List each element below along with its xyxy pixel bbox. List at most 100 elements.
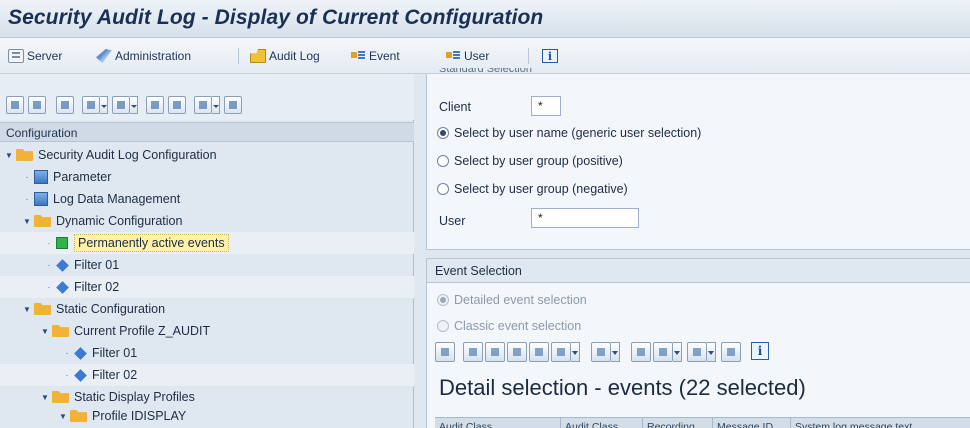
event-button[interactable]: Event (350, 47, 400, 65)
client-field[interactable]: * (531, 96, 561, 116)
tree-node-filter-01[interactable]: · Filter 01 (62, 342, 138, 364)
print-dropdown[interactable] (100, 96, 108, 114)
user-field[interactable]: * (531, 208, 639, 228)
tree-column-header: Configuration (0, 122, 414, 142)
tree-node-log-data-management[interactable]: · Log Data Management (22, 188, 180, 210)
tree-node-label: Filter 01 (74, 258, 120, 272)
collapse-arrow-icon[interactable]: ▼ (58, 412, 68, 421)
sort-ascending-icon[interactable] (463, 342, 483, 362)
tree-node-static-configuration[interactable]: ▼ Static Configuration (22, 298, 165, 320)
event-icon (350, 49, 366, 63)
collapse-arrow-icon[interactable]: ▼ (22, 217, 32, 226)
find-icon[interactable] (507, 342, 527, 362)
server-button[interactable]: Server (8, 47, 62, 65)
administration-button[interactable]: Administration (96, 47, 191, 65)
radio-label: Select by user group (positive) (454, 154, 623, 168)
radio-unselected-icon (437, 320, 449, 332)
event-button-label: Event (369, 49, 400, 63)
radio-select-by-group-negative[interactable]: Select by user group (negative) (437, 182, 628, 196)
tree-node-security-audit-log-configuration[interactable]: ▼ Security Audit Log Configuration (4, 144, 217, 166)
leaf-bullet-icon: · (65, 348, 69, 358)
tree-node-label: Parameter (53, 170, 112, 184)
layout-dropdown[interactable] (130, 96, 138, 114)
view-icon[interactable] (653, 342, 673, 362)
radio-select-by-group-positive[interactable]: Select by user group (positive) (437, 154, 623, 168)
expand-subtree-icon[interactable] (6, 96, 24, 114)
tree-node-current-profile[interactable]: ▼ Current Profile Z_AUDIT (40, 320, 210, 342)
export-icon[interactable] (687, 342, 707, 362)
tree-node-filter-02[interactable]: · Filter 02 (44, 276, 120, 298)
administration-icon (96, 49, 112, 63)
user-button[interactable]: User (445, 47, 489, 65)
log-data-icon (34, 192, 48, 206)
refresh-icon[interactable] (146, 96, 164, 114)
column-header-message-id[interactable]: Message ID (713, 418, 791, 428)
print-preview-icon[interactable] (631, 342, 651, 362)
radio-unselected-icon (437, 183, 449, 195)
diamond-icon (56, 258, 69, 272)
audit-log-icon (250, 49, 266, 63)
leaf-bullet-icon: · (25, 172, 29, 182)
print-icon[interactable] (82, 96, 100, 114)
tree-node-filter-02[interactable]: · Filter 02 (62, 364, 138, 386)
column-header-audit-class[interactable]: Audit Class (435, 418, 561, 428)
tree-node-static-display-profiles[interactable]: ▼ Static Display Profiles (40, 386, 195, 408)
user-label: User (439, 214, 466, 228)
column-header-audit-class-2[interactable]: Audit Class (561, 418, 643, 428)
radio-label: Select by user name (generic user select… (454, 126, 702, 140)
radio-classic-event-selection[interactable]: Classic event selection (437, 319, 581, 333)
delete-dropdown[interactable] (212, 96, 220, 114)
event-selection-group: Event Selection Detailed event selection… (426, 258, 970, 428)
toolbar-separator (528, 48, 529, 64)
details-icon[interactable] (435, 342, 455, 362)
tree-node-dynamic-configuration[interactable]: ▼ Dynamic Configuration (22, 210, 182, 232)
parameter-icon (34, 170, 48, 184)
radio-detailed-event-selection[interactable]: Detailed event selection (437, 293, 587, 307)
filter-dropdown[interactable] (571, 342, 580, 362)
collapse-arrow-icon[interactable]: ▼ (4, 151, 14, 160)
layout-icon[interactable] (721, 342, 741, 362)
collapse-subtree-icon[interactable] (28, 96, 46, 114)
column-header-recording[interactable]: Recording (643, 418, 713, 428)
create-icon[interactable] (168, 96, 186, 114)
audit-log-button-label: Audit Log (269, 49, 320, 63)
tree-node-label: Security Audit Log Configuration (38, 148, 217, 162)
sort-descending-icon[interactable] (485, 342, 505, 362)
radio-label: Detailed event selection (454, 293, 587, 307)
tree-node-label: Profile IDISPLAY (92, 409, 187, 423)
activate-icon[interactable] (224, 96, 242, 114)
title-bar: Security Audit Log - Display of Current … (0, 0, 970, 38)
tree-node-profile-idisplay[interactable]: ▼ Profile IDISPLAY (58, 408, 186, 424)
radio-select-by-user-name[interactable]: Select by user name (generic user select… (437, 126, 701, 140)
tree-node-label: Static Configuration (56, 302, 166, 316)
radio-unselected-icon (437, 155, 449, 167)
server-icon (8, 49, 24, 63)
export-dropdown[interactable] (707, 342, 716, 362)
info-button[interactable]: i (542, 47, 561, 65)
find-next-icon[interactable] (529, 342, 549, 362)
filter-icon[interactable] (551, 342, 571, 362)
view-dropdown[interactable] (673, 342, 682, 362)
folder-icon (52, 325, 69, 337)
administration-button-label: Administration (115, 49, 192, 63)
total-dropdown[interactable] (611, 342, 620, 362)
collapse-arrow-icon[interactable]: ▼ (22, 305, 32, 314)
alv-toolbar: i (435, 342, 970, 366)
collapse-arrow-icon[interactable]: ▼ (40, 327, 50, 336)
audit-log-button[interactable]: Audit Log (250, 47, 320, 65)
find-icon[interactable] (56, 96, 74, 114)
total-icon[interactable] (591, 342, 611, 362)
diamond-icon (74, 346, 87, 360)
green-status-icon (56, 237, 68, 249)
column-header-message-text[interactable]: System log message text (791, 418, 970, 428)
radio-label: Select by user group (negative) (454, 182, 628, 196)
tree-node-filter-01[interactable]: · Filter 01 (44, 254, 120, 276)
delete-icon[interactable] (194, 96, 212, 114)
info-icon[interactable]: i (751, 342, 769, 360)
tree-node-parameter[interactable]: · Parameter (22, 166, 111, 188)
folder-icon (16, 149, 33, 161)
layout-icon[interactable] (112, 96, 130, 114)
tree-node-permanently-active-events[interactable]: · Permanently active events (44, 232, 229, 254)
tree-node-label: Filter 02 (92, 368, 138, 382)
collapse-arrow-icon[interactable]: ▼ (40, 393, 50, 402)
